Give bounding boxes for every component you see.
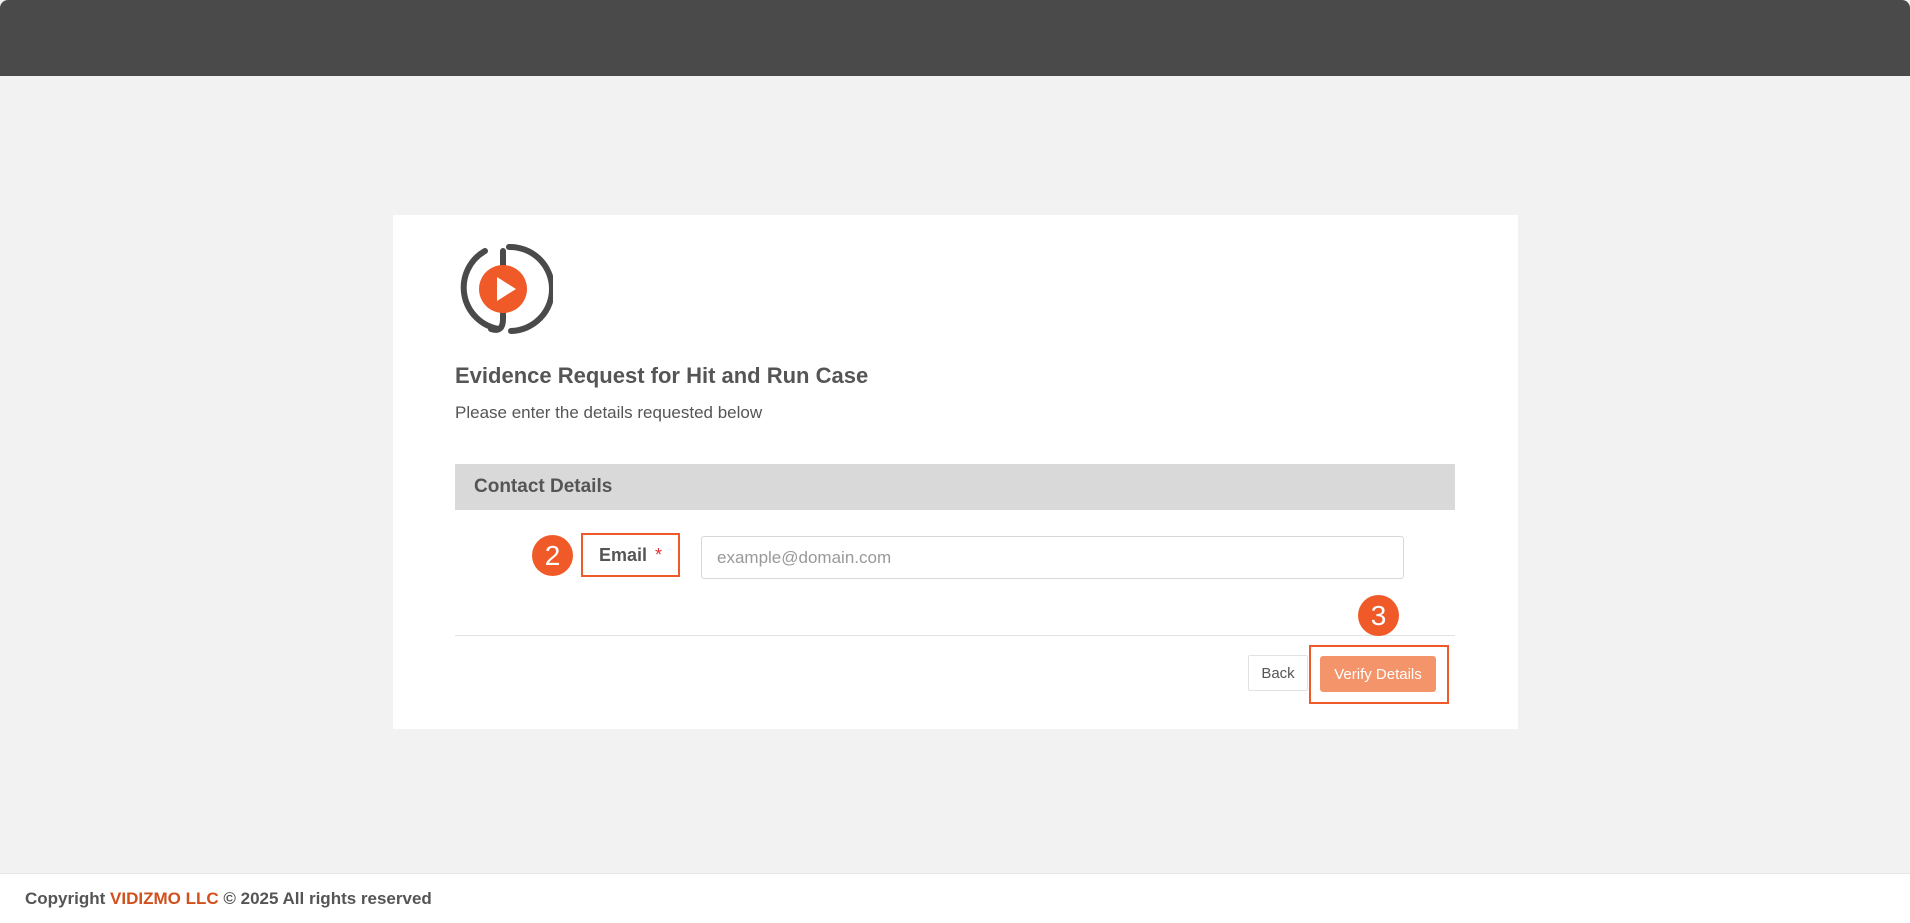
section-title: Contact Details [474, 476, 613, 497]
page-body: Evidence Request for Hit and Run Case Pl… [0, 76, 1910, 873]
page-subtitle: Please enter the details requested below [455, 403, 763, 422]
footer: Copyright VIDIZMO LLC © 2025 All rights … [0, 873, 1910, 923]
verify-details-button[interactable]: Verify Details [1320, 656, 1436, 692]
step-2-badge: 2 [532, 535, 573, 576]
page-title: Evidence Request for Hit and Run Case [455, 363, 869, 388]
top-bar [0, 0, 1910, 76]
footer-rights: © 2025 All rights reserved [223, 888, 432, 908]
footer-company-link[interactable]: VIDIZMO LLC [110, 889, 219, 909]
email-input[interactable] [701, 536, 1404, 579]
email-label-highlight: Email * [581, 533, 680, 577]
contact-details-header: Contact Details [455, 464, 1455, 510]
step-3-badge: 3 [1358, 595, 1399, 636]
footer-copyright-prefix: Copyright [25, 888, 106, 908]
required-marker: * [655, 544, 663, 565]
email-label: Email [598, 544, 647, 565]
back-button[interactable]: Back [1248, 655, 1308, 691]
vidizmo-play-logo-icon [455, 241, 555, 339]
form-divider [455, 635, 1455, 636]
evidence-request-card: Evidence Request for Hit and Run Case Pl… [393, 215, 1518, 729]
